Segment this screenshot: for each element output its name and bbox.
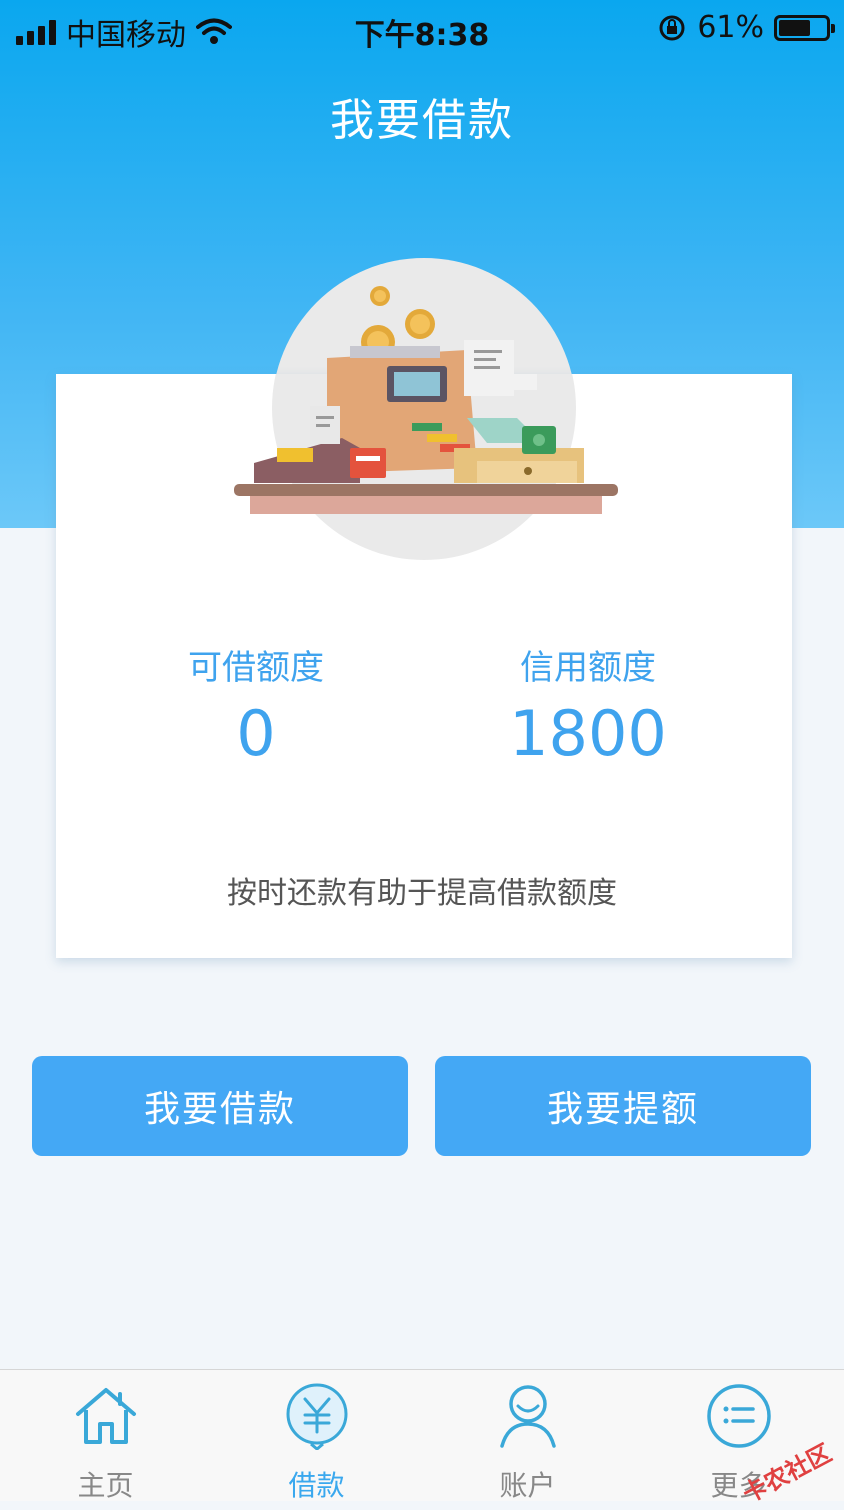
tab-borrow[interactable]: 借款 — [211, 1370, 422, 1502]
available-credit-label: 可借额度 — [188, 648, 324, 688]
available-credit-value: 0 — [236, 697, 276, 770]
credit-limit-label: 信用额度 — [520, 648, 656, 688]
credit-limit: 信用额度 1800 — [438, 640, 738, 770]
rotation-lock-icon — [659, 15, 685, 40]
home-icon — [76, 1388, 136, 1444]
tab-account-label: 账户 — [499, 1469, 556, 1502]
tab-home-label: 主页 — [77, 1469, 134, 1502]
credit-limit-value: 1800 — [509, 697, 667, 770]
bottom-tab-bar: 主页 借款 账户 更多 卡农社区 — [0, 1369, 844, 1509]
battery-percent: 61% — [697, 10, 764, 45]
list-icon — [707, 1384, 771, 1448]
borrow-button[interactable]: 我要借款 — [32, 1056, 408, 1156]
status-bar: 中国移动 下午8:38 61% — [0, 0, 844, 60]
page-title: 我要借款 — [330, 95, 514, 146]
repayment-tip: 按时还款有助于提高借款额度 — [227, 876, 617, 911]
yuan-icon — [286, 1383, 348, 1450]
available-credit: 可借额度 0 — [106, 640, 406, 770]
raise-limit-button[interactable]: 我要提额 — [435, 1056, 811, 1156]
cash-register-illustration — [234, 286, 618, 514]
battery-icon — [774, 14, 835, 41]
tab-home[interactable]: 主页 — [0, 1370, 211, 1502]
user-icon — [500, 1385, 556, 1448]
tab-borrow-label: 借款 — [288, 1469, 345, 1502]
tab-account[interactable]: 账户 — [422, 1370, 633, 1502]
